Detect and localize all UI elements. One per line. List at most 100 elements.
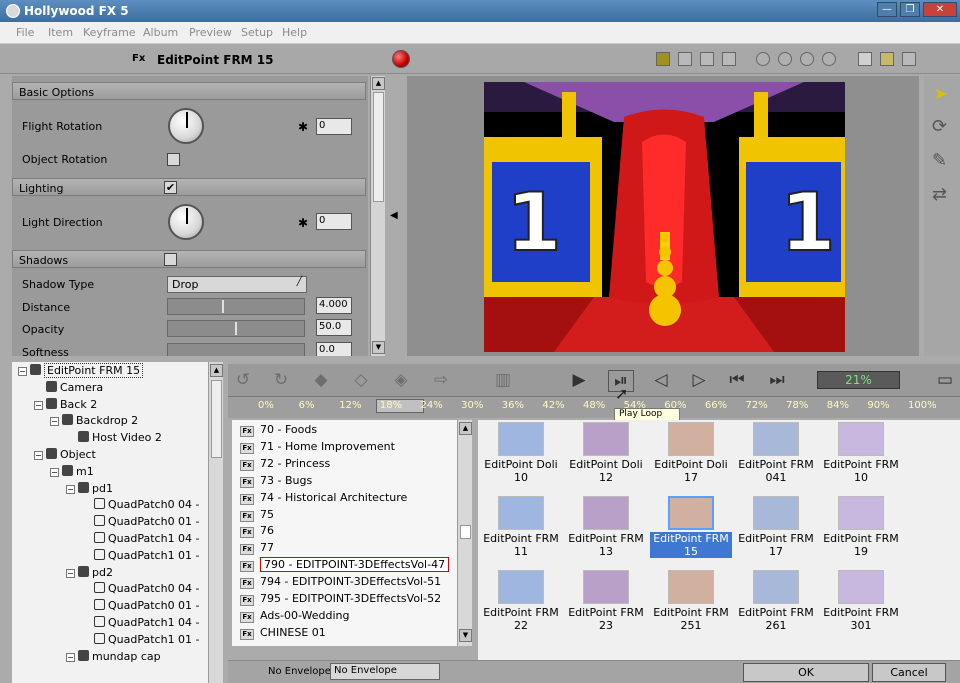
tree-node[interactable]: QuadPatch0 01 - <box>82 599 200 612</box>
split-view-icon[interactable] <box>678 52 692 66</box>
tree-node[interactable]: − EditPoint FRM 15 <box>18 363 144 378</box>
tree-node[interactable]: − Backdrop 2 <box>50 414 138 427</box>
fast-forward-icon[interactable]: ⏭ <box>766 370 788 390</box>
album-item[interactable]: Fx 73 - Bugs <box>240 474 312 488</box>
tree-toggle[interactable]: − <box>66 568 75 578</box>
scroll-up-icon[interactable]: ▲ <box>372 77 385 90</box>
album-item[interactable]: Fx 795 - EDITPOINT-3DEffectsVol-52 <box>240 592 441 606</box>
shadows-checkbox[interactable] <box>164 253 177 266</box>
menu-preview[interactable]: Preview <box>189 26 232 39</box>
effect-thumbnail[interactable]: EditPoint FRM 251 <box>650 568 732 638</box>
opacity-field[interactable]: 50.0 <box>316 319 352 336</box>
album-scrollbar[interactable]: ▲ ▼ <box>457 420 472 646</box>
effect-thumbnail[interactable]: EditPoint FRM 17 <box>735 494 817 564</box>
copy-keyframe-icon[interactable]: ◈ <box>390 370 412 390</box>
tree-toggle[interactable]: − <box>34 451 43 460</box>
keyframe-next-icon[interactable]: ↻ <box>270 370 292 390</box>
settings-icon[interactable] <box>822 52 836 66</box>
tree-toggle[interactable]: − <box>50 417 59 427</box>
effect-thumbnail[interactable]: EditPoint FRM 19 <box>820 494 902 564</box>
render-icon[interactable] <box>902 52 916 66</box>
album-item[interactable]: Fx 70 - Foods <box>240 423 317 437</box>
opacity-slider[interactable] <box>167 320 305 337</box>
tree-node[interactable]: − Back 2 <box>34 397 97 411</box>
rewind-icon[interactable]: ⏮ <box>726 370 748 390</box>
distance-field[interactable]: 4.000 <box>316 297 352 314</box>
album-item[interactable]: Fx 72 - Princess <box>240 457 330 471</box>
ok-button[interactable]: OK <box>743 663 869 682</box>
shadow-type-select[interactable]: Drop ╱ <box>167 276 307 293</box>
camera-view-icon[interactable] <box>880 52 894 66</box>
softness-field[interactable]: 0.0 <box>316 342 352 356</box>
reset-icon[interactable]: ✱ <box>298 120 308 134</box>
tree-node[interactable]: Camera <box>34 380 103 394</box>
tree-node[interactable]: QuadPatch0 04 - <box>82 582 200 595</box>
step-forward-icon[interactable]: ▷ <box>688 370 710 390</box>
slider-thumb[interactable] <box>235 322 237 335</box>
menu-album[interactable]: Album <box>143 26 178 39</box>
close-button[interactable]: ✕ <box>923 2 957 17</box>
effect-thumbnail[interactable]: EditPoint FRM 261 <box>735 568 817 638</box>
album-item[interactable]: Fx Ads-00-Wedding <box>240 609 350 623</box>
scroll-thumb[interactable] <box>211 380 222 458</box>
scroll-down-icon[interactable]: ▼ <box>459 629 472 642</box>
remove-keyframe-icon[interactable]: ◇ <box>350 370 372 390</box>
menu-help[interactable]: Help <box>282 26 307 39</box>
tree-node[interactable]: QuadPatch1 04 - <box>82 532 200 545</box>
reset-icon[interactable]: ✱ <box>298 216 308 230</box>
menu-keyframe[interactable]: Keyframe <box>83 26 136 39</box>
album-item[interactable]: Fx 75 <box>240 508 274 522</box>
minimize-button[interactable]: — <box>877 2 897 17</box>
tree-toggle[interactable]: − <box>18 367 27 376</box>
menu-item[interactable]: Item <box>48 26 73 39</box>
effect-thumbnail[interactable]: EditPoint FRM 22 <box>480 568 562 638</box>
scroll-up-icon[interactable]: ▲ <box>210 364 223 377</box>
scroll-down-icon[interactable]: ▼ <box>372 341 385 354</box>
zoom-icon[interactable] <box>800 52 814 66</box>
effect-thumbnail[interactable]: EditPoint Doli 17 <box>650 420 732 490</box>
tree-toggle[interactable]: − <box>34 400 43 410</box>
add-keyframe-icon[interactable]: ◆ <box>310 370 332 390</box>
list-view-icon[interactable] <box>700 52 714 66</box>
slider-thumb[interactable] <box>222 300 224 313</box>
keyframe-prev-icon[interactable]: ↺ <box>232 370 254 390</box>
tree-node[interactable]: QuadPatch1 01 - <box>82 632 200 646</box>
tree-node[interactable]: QuadPatch1 01 - <box>82 548 200 562</box>
paste-keyframe-icon[interactable]: ⇨ <box>430 370 452 390</box>
tree-toggle[interactable]: − <box>66 652 75 662</box>
tree-node[interactable]: − Object <box>34 448 96 461</box>
solid-view-icon[interactable] <box>656 52 670 66</box>
rotate-tool-icon[interactable]: ⟳ <box>932 116 947 137</box>
album-item[interactable]: Fx 790 - EDITPOINT-3DEffectsVol-47 <box>240 557 450 573</box>
delete-icon[interactable]: ▥ <box>492 370 514 390</box>
light-direction-dial[interactable] <box>168 204 204 240</box>
tree-node[interactable]: − pd2 <box>66 565 113 579</box>
light-direction-field[interactable]: 0 <box>316 213 352 230</box>
tree-node[interactable]: QuadPatch0 04 - <box>82 498 200 511</box>
section-basic-options[interactable]: Basic Options <box>12 82 366 100</box>
effect-thumbnail[interactable]: EditPoint FRM 301 <box>820 568 902 638</box>
lighting-checkbox[interactable]: ✔ <box>164 181 177 194</box>
tree-node[interactable]: − pd1 <box>66 481 113 495</box>
step-back-icon[interactable]: ◁ <box>650 370 672 390</box>
timeline-ruler[interactable]: 0% 6% 12% 18% 24% 30% 36% 42% 48% 54% 60% 66% 72% 78%… <box>228 396 960 418</box>
move-icon[interactable] <box>756 52 770 66</box>
effect-thumbnail[interactable]: EditPoint Doli 10 <box>480 420 562 490</box>
cancel-button[interactable]: Cancel <box>872 663 946 682</box>
effect-thumbnail[interactable]: EditPoint FRM 15 <box>650 494 732 564</box>
text-tool-icon[interactable] <box>858 52 872 66</box>
tree-node[interactable]: − m1 <box>50 464 94 478</box>
play-icon[interactable]: ▶ <box>568 370 590 390</box>
reorder-icon[interactable]: ⇄ <box>932 184 947 205</box>
maximize-button[interactable]: ❐ <box>900 2 920 17</box>
tree-node[interactable]: Host Video 2 <box>66 431 162 444</box>
folder-icon[interactable]: ▭ <box>934 370 956 390</box>
effect-thumbnail[interactable]: EditPoint FRM 11 <box>480 494 562 564</box>
effect-thumbnail[interactable]: EditPoint Doli 12 <box>565 420 647 490</box>
flight-rotation-dial[interactable] <box>168 108 204 144</box>
distance-slider[interactable] <box>167 298 305 315</box>
tree-node[interactable]: QuadPatch1 04 - <box>82 616 200 629</box>
tree-toggle[interactable]: − <box>66 484 75 494</box>
album-item[interactable]: Fx CHINESE 01 <box>240 626 326 640</box>
collapse-left-icon[interactable]: ◀ <box>390 210 398 221</box>
